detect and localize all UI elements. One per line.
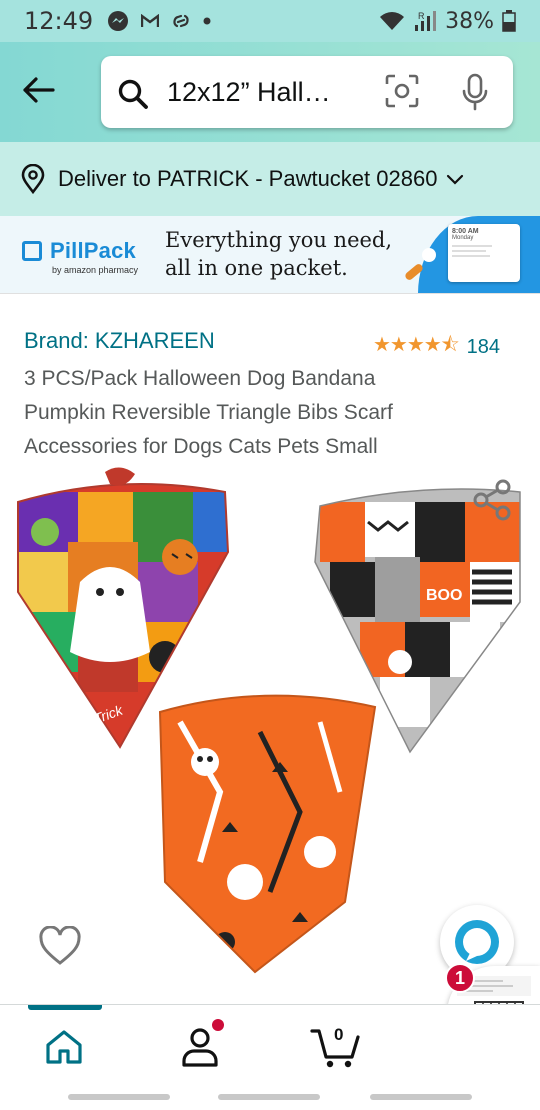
- nav-active-indicator: [28, 1005, 102, 1010]
- cart-count: 0: [334, 1025, 344, 1044]
- brand-link[interactable]: Brand: KZHAREEN: [24, 328, 215, 354]
- pillpack-sub: by amazon pharmacy: [52, 265, 139, 275]
- pillpack-banner[interactable]: PillPack by amazon pharmacy Everything y…: [0, 216, 540, 294]
- battery-percent: 38%: [445, 8, 494, 34]
- bandana-text-boo: BOO: [426, 587, 462, 604]
- rating-count: 184: [466, 335, 501, 358]
- banner-tagline: Everything you need, all in one packet.: [165, 226, 392, 282]
- recently-viewed-badge: 1: [445, 963, 475, 993]
- signal-icon: R: [415, 11, 437, 31]
- camera-scan-icon[interactable]: [385, 74, 419, 108]
- gmail-icon: [141, 14, 160, 27]
- link-icon: [173, 14, 189, 28]
- back-arrow-icon: [23, 77, 55, 103]
- home-icon[interactable]: [44, 1029, 84, 1065]
- title-line: 3 PCS/Pack Halloween Dog Bandana: [24, 367, 376, 390]
- search-header: 12x12” Hall…: [0, 42, 540, 142]
- notification-icons: [107, 10, 211, 32]
- back-button[interactable]: [18, 70, 58, 110]
- alexa-icon: [455, 920, 499, 964]
- title-line: Accessories for Dogs Cats Pets Small: [24, 435, 378, 458]
- banner-tagline-2: all in one packet.: [165, 256, 348, 280]
- status-right: R 38%: [379, 9, 516, 34]
- status-bar: 12:49 R 38%: [0, 0, 540, 42]
- star-rating-icon: ★★★★⯪: [373, 334, 460, 356]
- pill-graphic: [422, 248, 436, 262]
- pillpack-packet-image: 8:00 AM Monday: [448, 224, 520, 282]
- share-icon[interactable]: [470, 478, 514, 522]
- dot-icon: [203, 17, 211, 25]
- pillpack-name: PillPack: [50, 238, 136, 263]
- search-input[interactable]: 12x12” Hall…: [101, 56, 513, 128]
- product-title: 3 PCS/Pack Halloween Dog Bandana Pumpkin…: [24, 362, 504, 464]
- delivery-address: Deliver to PATRICK - Pawtucket 02860: [58, 166, 438, 191]
- card-day: Monday: [452, 235, 474, 241]
- search-query: 12x12” Hall…: [167, 77, 331, 107]
- pillpack-logo: PillPack by amazon pharmacy: [22, 238, 138, 275]
- rating[interactable]: ★★★★⯪ 184: [373, 330, 500, 364]
- status-time: 12:49: [24, 7, 94, 35]
- svg-text:R: R: [418, 11, 425, 21]
- gesture-segment: [218, 1094, 320, 1100]
- wifi-icon: [380, 12, 405, 30]
- pillpack-square-icon: [22, 241, 42, 261]
- heart-icon[interactable]: [38, 926, 82, 966]
- bandana-orange: [160, 695, 375, 973]
- battery-icon: [502, 10, 516, 32]
- account-notification-dot: [212, 1019, 224, 1031]
- gesture-segment: [68, 1094, 170, 1100]
- account-icon[interactable]: [180, 1025, 220, 1069]
- banner-tagline-1: Everything you need,: [165, 228, 393, 252]
- messenger-icon: [108, 11, 129, 31]
- location-pin-icon: [21, 164, 45, 194]
- search-icon: [118, 79, 148, 109]
- delivery-bar[interactable]: Deliver to PATRICK - Pawtucket 02860: [0, 142, 540, 216]
- bottom-nav: 0: [0, 1004, 540, 1086]
- gesture-segment: [370, 1094, 472, 1100]
- gesture-bar: [0, 1086, 540, 1110]
- card-time: 8:00 AM: [452, 228, 479, 235]
- chevron-down-icon: [447, 174, 464, 185]
- mic-icon[interactable]: [461, 73, 489, 111]
- title-line: Pumpkin Reversible Triangle Bibs Scarf: [24, 401, 393, 424]
